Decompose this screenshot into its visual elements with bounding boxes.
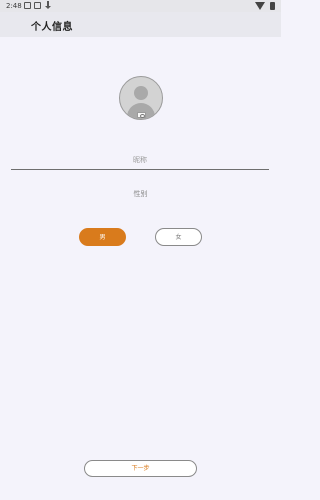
camera-icon[interactable] — [137, 112, 146, 118]
gender-label: 性别 — [133, 190, 148, 198]
wifi-icon — [255, 2, 265, 10]
next-button[interactable]: 下一步 — [84, 460, 197, 477]
download-icon — [45, 1, 51, 10]
nickname-input[interactable] — [11, 150, 269, 170]
default-avatar-icon — [134, 86, 148, 100]
notification-icon — [24, 2, 31, 9]
male-button[interactable]: 男 — [79, 228, 126, 246]
status-bar: 2:48 — [0, 0, 281, 12]
status-time: 2:48 — [6, 2, 22, 10]
female-button[interactable]: 女 — [155, 228, 202, 246]
page-title: 个人信息 — [31, 22, 73, 33]
app-bar: 个人信息 — [0, 12, 281, 37]
battery-icon — [270, 2, 275, 10]
notification-icon — [34, 2, 41, 9]
